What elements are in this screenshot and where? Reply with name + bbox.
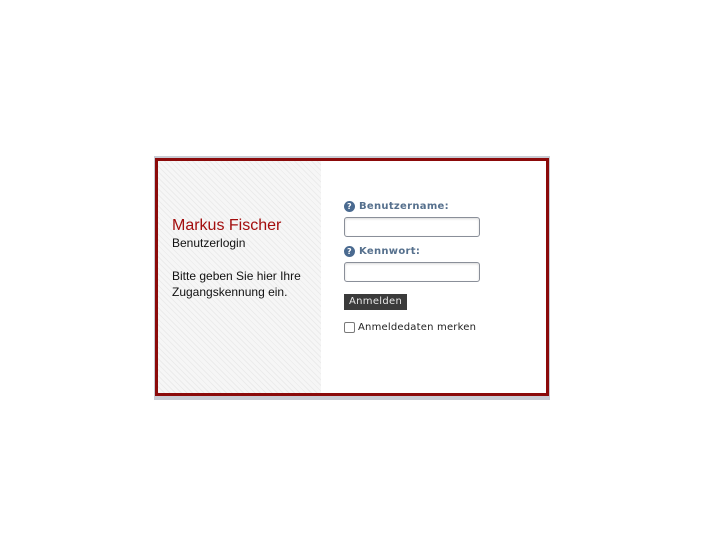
password-input[interactable] <box>344 262 480 282</box>
login-form: ? Benutzername: ? Kennwort: Anmelden Anm… <box>321 161 546 393</box>
password-label: ? Kennwort: <box>344 244 546 258</box>
username-label: ? Benutzername: <box>344 199 546 213</box>
info-panel: Markus Fischer Benutzerlogin Bitte geben… <box>158 161 321 393</box>
login-page: Markus Fischer Benutzerlogin Bitte geben… <box>0 0 727 545</box>
login-instruction: Bitte geben Sie hier Ihre Zugangskennung… <box>172 269 301 299</box>
username-input[interactable] <box>344 217 480 237</box>
login-button[interactable]: Anmelden <box>344 294 408 310</box>
login-subtitle: Benutzerlogin <box>172 236 246 250</box>
password-label-text: Kennwort: <box>359 245 421 257</box>
help-icon[interactable]: ? <box>344 245 355 257</box>
owner-name: Markus Fischer <box>172 217 282 234</box>
remember-label: Anmeldedaten merken <box>358 322 477 333</box>
help-icon[interactable]: ? <box>344 200 355 212</box>
username-label-text: Benutzername: <box>359 200 449 212</box>
login-box: Markus Fischer Benutzerlogin Bitte geben… <box>155 158 549 396</box>
remember-checkbox[interactable] <box>344 322 355 333</box>
remember-me[interactable]: Anmeldedaten merken <box>344 322 546 333</box>
